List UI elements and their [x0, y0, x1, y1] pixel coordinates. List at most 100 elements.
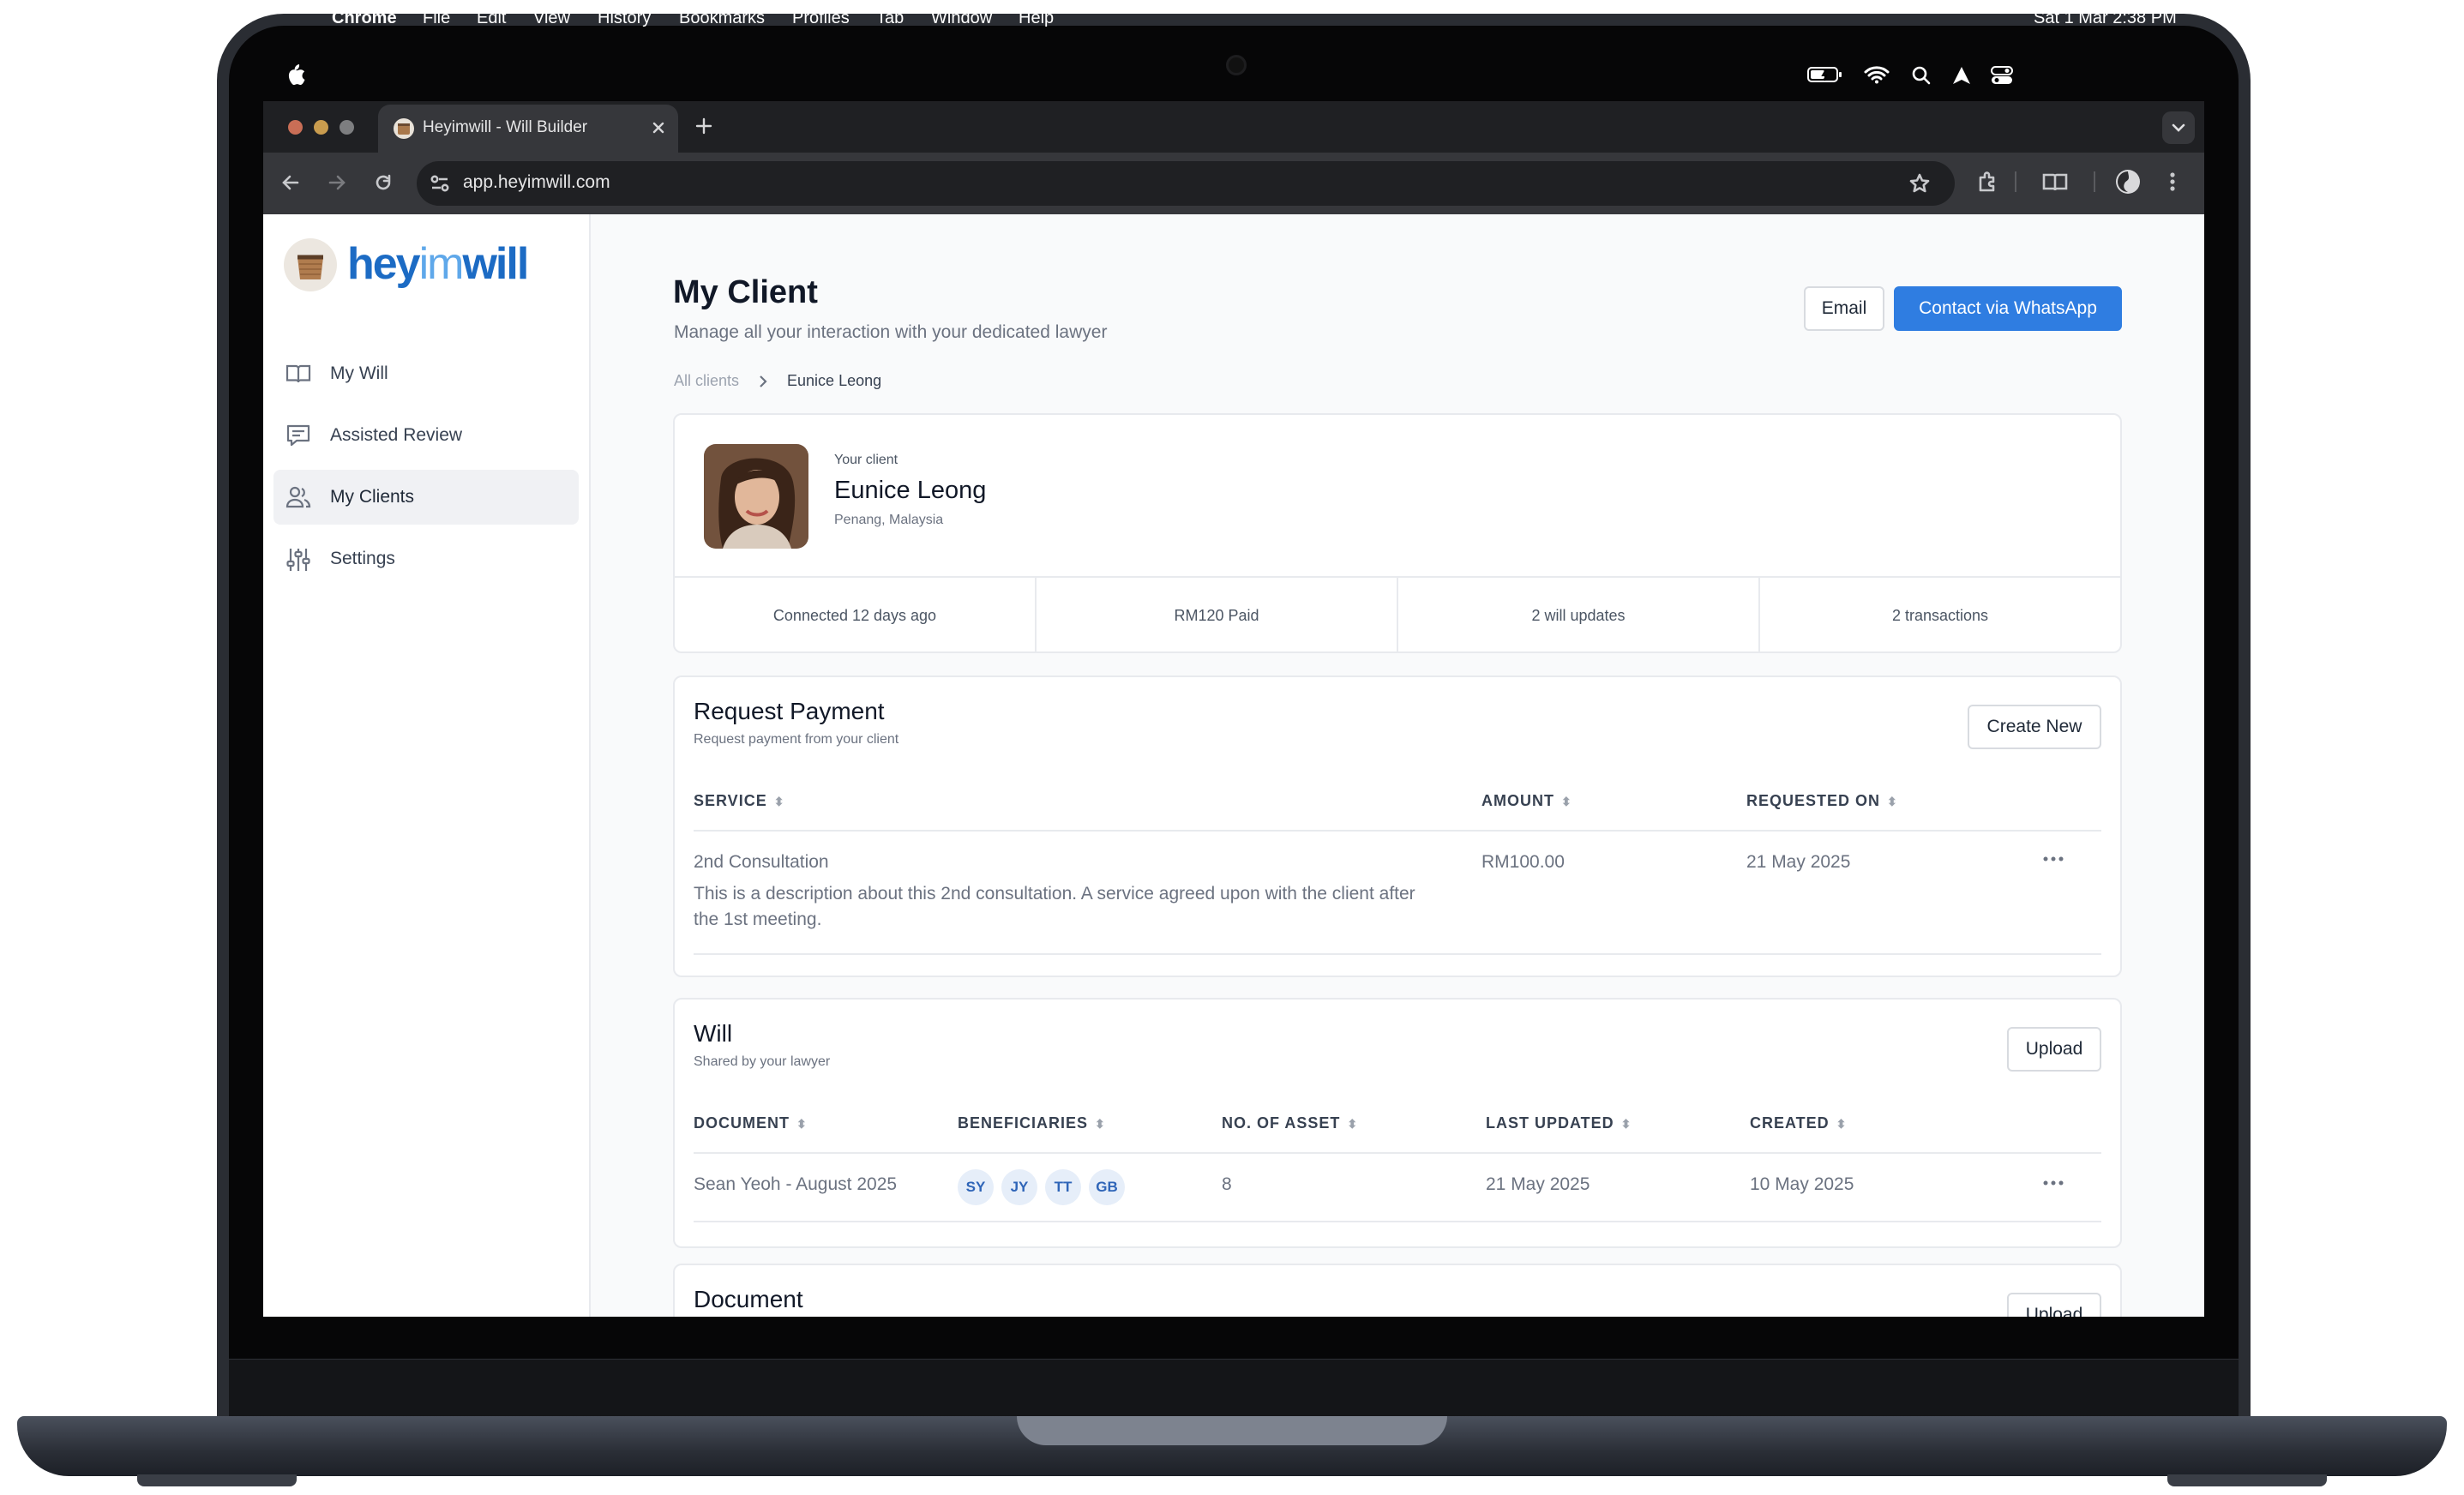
spotlight-search-icon[interactable]	[1911, 65, 1932, 86]
stat-will-updates: 2 will updates	[1398, 578, 1760, 653]
beneficiary-chip[interactable]: SY	[958, 1169, 994, 1205]
menubar-item-bookmarks[interactable]: Bookmarks	[679, 9, 765, 28]
column-header-label: AMOUNT	[1481, 792, 1554, 809]
location-arrow-icon[interactable]	[1951, 65, 1972, 86]
beneficiary-chip[interactable]: TT	[1045, 1169, 1081, 1205]
upload-document-button[interactable]: Upload	[2007, 1293, 2101, 1317]
close-tab-icon[interactable]	[651, 120, 666, 135]
wifi-icon[interactable]	[1864, 65, 1890, 84]
stat-transactions: 2 transactions	[1891, 606, 1989, 624]
sort-icon: ⬍	[796, 1117, 808, 1131]
tab-search-button[interactable]	[2162, 111, 2195, 144]
stat-paid: RM120 Paid	[1037, 578, 1398, 653]
menubar-app-name[interactable]: Chrome	[332, 9, 397, 28]
divider	[694, 953, 2101, 955]
browser-tab-active[interactable]: Heyimwill - Will Builder	[378, 105, 678, 153]
table-row[interactable]: 2nd Consultation This is a description a…	[694, 832, 2101, 955]
created-value: 10 May 2025	[1750, 1174, 1854, 1194]
more-options-icon[interactable]	[2043, 1180, 2064, 1186]
chevron-right-icon	[760, 375, 767, 387]
window-close-button[interactable]	[288, 120, 303, 135]
forward-icon[interactable]	[326, 171, 348, 194]
back-icon[interactable]	[279, 171, 302, 194]
sidebar-item-settings[interactable]: Settings	[273, 531, 579, 586]
users-icon	[285, 486, 311, 508]
column-header-amount[interactable]: AMOUNT ⬍	[1481, 792, 1572, 810]
column-header-created[interactable]: CREATED ⬍	[1750, 1114, 1847, 1132]
menubar-item-file[interactable]: File	[423, 9, 450, 28]
request-payment-card: Request Payment Request payment from you…	[673, 675, 2122, 977]
upload-will-button[interactable]: Upload	[2007, 1027, 2101, 1072]
sort-icon: ⬍	[1347, 1117, 1359, 1131]
create-new-button[interactable]: Create New	[1968, 705, 2101, 749]
column-header-beneficiaries[interactable]: BENEFICIARIES ⬍	[958, 1114, 1106, 1132]
logo-icon	[284, 238, 337, 291]
document-card: Document Upload	[673, 1264, 2122, 1317]
amount-value: RM100.00	[1481, 852, 1565, 872]
service-name: 2nd Consultation	[694, 852, 829, 872]
book-icon	[285, 364, 311, 383]
menubar-item-history[interactable]: History	[598, 9, 651, 28]
section-title: Will	[694, 1020, 733, 1047]
address-bar[interactable]: app.heyimwill.com	[417, 161, 1955, 206]
beneficiary-chip[interactable]: GB	[1089, 1169, 1125, 1205]
sort-icon: ⬍	[773, 795, 785, 808]
sidebar-item-label: Settings	[330, 549, 395, 568]
column-header-label: NO. OF ASSET	[1222, 1114, 1341, 1132]
more-options-icon[interactable]	[2043, 856, 2064, 862]
menubar-item-edit[interactable]: Edit	[477, 9, 506, 28]
laptop-chin	[229, 1359, 2239, 1420]
menubar-item-view[interactable]: View	[533, 9, 570, 28]
sidebar-item-my-will[interactable]: My Will	[273, 346, 579, 401]
email-button[interactable]: Email	[1804, 286, 1884, 331]
breadcrumb-all-clients[interactable]: All clients	[674, 372, 739, 390]
window-minimize-button[interactable]	[314, 120, 328, 135]
menubar-item-tab[interactable]: Tab	[876, 9, 904, 28]
apple-icon[interactable]	[286, 63, 305, 86]
logo-text-im: im	[418, 239, 465, 289]
logo-wordmark[interactable]: heyimwill	[347, 238, 529, 290]
sidebar-item-assisted-review[interactable]: Assisted Review	[273, 408, 579, 463]
column-header-label: LAST UPDATED	[1486, 1114, 1614, 1132]
extensions-icon[interactable]	[1975, 170, 1999, 194]
more-menu-icon[interactable]	[2167, 170, 2178, 194]
reload-icon[interactable]	[372, 171, 394, 194]
contact-whatsapp-button[interactable]: Contact via WhatsApp	[1894, 286, 2122, 331]
service-description: This is a description about this 2nd con…	[694, 884, 1415, 929]
sort-icon: ⬍	[1836, 1117, 1848, 1131]
menubar-item-window[interactable]: Window	[931, 9, 992, 28]
column-header-assets[interactable]: NO. OF ASSET ⬍	[1222, 1114, 1358, 1132]
battery-icon[interactable]	[1807, 66, 1843, 83]
document-name: Sean Yeoh - August 2025	[694, 1174, 898, 1194]
profile-avatar-icon[interactable]	[2114, 168, 2142, 195]
sidebar-item-label: Assisted Review	[330, 425, 463, 445]
column-header-document[interactable]: DOCUMENT ⬍	[694, 1114, 808, 1132]
menubar-clock[interactable]: Sat 1 Mar 2:38 PM	[2034, 9, 2177, 28]
beneficiary-chip[interactable]: JY	[1001, 1169, 1037, 1205]
url-text[interactable]: app.heyimwill.com	[463, 172, 610, 193]
menubar-item-profiles[interactable]: Profiles	[792, 9, 850, 28]
client-avatar	[704, 444, 808, 549]
section-title: Document	[694, 1286, 803, 1312]
control-center-icon[interactable]	[1991, 65, 2013, 86]
column-header-label: REQUESTED ON	[1746, 792, 1881, 809]
laptop-foot	[137, 1474, 297, 1486]
menubar-item-help[interactable]: Help	[1019, 9, 1054, 28]
column-header-last-updated[interactable]: LAST UPDATED ⬍	[1486, 1114, 1632, 1132]
reading-mode-icon[interactable]	[2042, 171, 2068, 194]
window-zoom-button[interactable]	[340, 120, 354, 135]
column-header-requested-on[interactable]: REQUESTED ON ⬍	[1746, 792, 1898, 810]
site-info-icon[interactable]	[429, 172, 451, 195]
stat-connected: Connected 12 days ago	[675, 578, 1037, 653]
divider	[694, 1221, 2101, 1222]
table-row[interactable]: Sean Yeoh - August 2025 SY JY TT GB 8 21…	[694, 1154, 2101, 1222]
laptop-notch	[1017, 1416, 1447, 1445]
new-tab-icon[interactable]	[694, 117, 713, 135]
column-header-label: CREATED	[1750, 1114, 1830, 1132]
column-header-service[interactable]: SERVICE ⬍	[694, 792, 784, 810]
sort-icon: ⬍	[1887, 795, 1898, 808]
bookmark-star-icon[interactable]	[1908, 172, 1931, 195]
column-header-label: DOCUMENT	[694, 1114, 790, 1132]
favicon-icon	[394, 118, 414, 139]
sidebar-item-my-clients[interactable]: My Clients	[273, 470, 579, 525]
